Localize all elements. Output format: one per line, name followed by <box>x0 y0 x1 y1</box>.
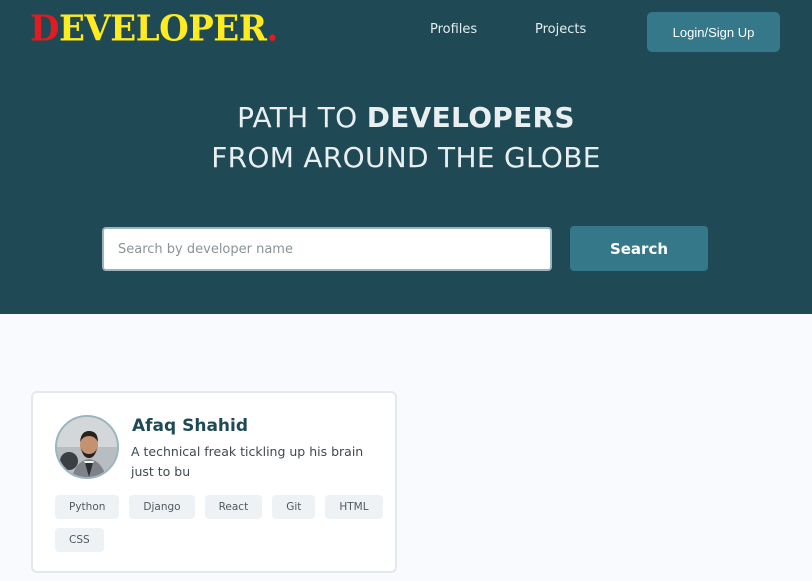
headline-emphasis: DEVELOPERS <box>366 101 575 134</box>
developer-card[interactable]: Afaq Shahid A technical freak tickling u… <box>31 391 397 573</box>
site-logo[interactable]: DEVELOPER. <box>30 11 278 47</box>
logo-text: EVELOPER <box>58 8 267 51</box>
skill-tag: CSS <box>55 528 104 552</box>
logo-dot: . <box>266 8 278 51</box>
nav-link-profiles[interactable]: Profiles <box>430 22 477 37</box>
skill-tags: Python Django React Git HTML CSS <box>55 495 385 552</box>
skill-tag: Python <box>55 495 120 519</box>
skill-tag: HTML <box>325 495 383 519</box>
login-signup-button[interactable]: Login/Sign Up <box>647 12 780 52</box>
developer-name[interactable]: Afaq Shahid <box>132 416 248 436</box>
headline-prefix: PATH TO <box>237 101 367 134</box>
nav-link-projects[interactable]: Projects <box>535 22 586 37</box>
developer-bio: A technical freak tickling up his brain … <box>131 444 364 479</box>
avatar-photo-icon <box>57 417 117 477</box>
skill-tag: Git <box>272 495 316 519</box>
logo-initial: D <box>30 8 59 51</box>
hero-banner: DEVELOPER. Profiles Projects Login/Sign … <box>0 0 812 314</box>
developer-search-input[interactable] <box>102 227 552 271</box>
top-nav: DEVELOPER. Profiles Projects Login/Sign … <box>0 0 812 64</box>
skill-tag: Django <box>129 495 195 519</box>
skill-tag: React <box>204 495 263 519</box>
search-button[interactable]: Search <box>570 226 708 271</box>
headline-line-2: FROM AROUND THE GLOBE <box>211 141 601 174</box>
avatar[interactable] <box>55 415 119 479</box>
headline-line-1: PATH TO DEVELOPERS <box>0 98 812 138</box>
hero-headline: PATH TO DEVELOPERS FROM AROUND THE GLOBE <box>0 98 812 178</box>
